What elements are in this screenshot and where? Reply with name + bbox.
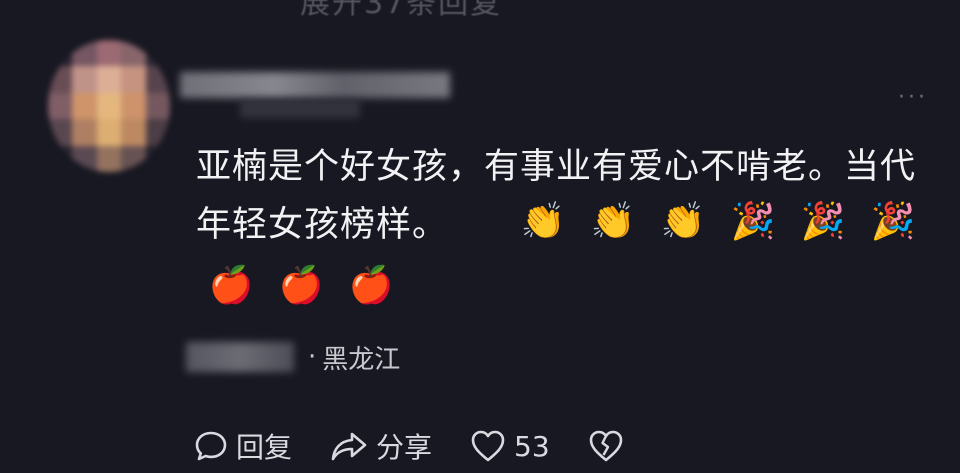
username-subtitle-blurred	[240, 100, 360, 118]
reply-icon	[195, 431, 227, 461]
location-label: 黑龙江	[322, 344, 401, 375]
emoji: 👏	[590, 201, 636, 242]
emoji: 🍎	[208, 265, 254, 306]
emoji: 🎉	[870, 201, 916, 242]
dislike-button[interactable]	[588, 429, 632, 463]
emoji: 🍎	[348, 265, 394, 306]
share-icon	[331, 432, 367, 461]
share-button[interactable]: 分享	[330, 426, 432, 466]
like-count: 53	[514, 429, 550, 463]
comment-meta: · 黑龙江	[186, 337, 400, 377]
meta-separator: ·	[308, 342, 317, 372]
avatar[interactable]	[48, 40, 170, 172]
username-blurred[interactable]	[180, 72, 450, 98]
like-button[interactable]: 53	[470, 429, 550, 463]
timestamp-blurred	[186, 342, 294, 372]
reply-button[interactable]: 回复	[194, 426, 292, 466]
emoji: 🎉	[800, 201, 846, 242]
more-icon[interactable]: ···	[898, 87, 928, 109]
emoji-row-1: 👏 👏 👏 🎉 🎉 🎉	[508, 196, 928, 248]
emoji: 🎉	[730, 201, 776, 242]
emoji-row-2: 🍎 🍎 🍎	[196, 260, 406, 312]
emoji: 🍎	[278, 265, 324, 306]
action-bar: 回复 分享 53	[194, 424, 670, 468]
heart-icon	[471, 430, 505, 462]
reply-label: 回复	[236, 431, 293, 464]
emoji: 👏	[660, 201, 706, 242]
share-label: 分享	[376, 431, 433, 464]
expand-replies-partial[interactable]: 展开37条回复	[300, 0, 502, 22]
emoji: 👏	[520, 201, 566, 242]
broken-heart-icon	[589, 430, 622, 462]
